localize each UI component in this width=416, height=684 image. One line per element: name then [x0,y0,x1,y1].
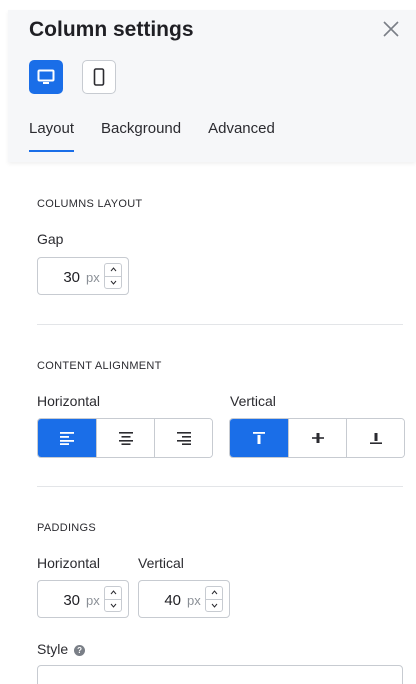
padding-vertical-input[interactable]: 40 px [138,580,230,618]
padding-horizontal-unit: px [86,593,100,608]
chevron-up-icon [110,267,116,272]
padding-vertical-label: Vertical [138,555,184,571]
close-icon [383,21,399,37]
padding-horizontal-value[interactable]: 30 [63,592,80,609]
style-label-row: Style? [37,641,86,657]
settings-tabs: Layout Background Advanced [29,120,302,152]
style-label: Style [37,641,69,657]
align-bottom-icon [369,433,382,444]
padding-vertical-unit: px [187,593,201,608]
padding-vertical-stepper [205,586,223,612]
padding-vertical-decrement-button[interactable] [206,598,222,612]
chevron-up-icon [211,590,217,595]
align-top-button[interactable] [230,419,288,457]
divider [37,486,403,487]
chevron-down-icon [211,603,217,608]
close-button[interactable] [380,18,402,40]
padding-horizontal-stepper [104,586,122,612]
align-center-icon [118,432,133,445]
chevron-down-icon [110,603,116,608]
divider [37,324,403,325]
padding-vertical-increment-button[interactable] [206,587,222,599]
panel-title: Column settings [29,18,194,41]
gap-decrement-button[interactable] [105,275,121,289]
vertical-alignment-label: Vertical [230,393,276,409]
align-bottom-button[interactable] [346,419,404,457]
align-top-icon [253,432,265,444]
align-center-button[interactable] [96,419,154,457]
align-right-icon [176,432,191,445]
padding-horizontal-input[interactable]: 30 px [37,580,129,618]
phone-icon [93,68,105,86]
monitor-icon [37,69,55,84]
align-right-button[interactable] [154,419,212,457]
padding-horizontal-label: Horizontal [37,555,101,571]
tab-advanced[interactable]: Advanced [208,120,275,152]
padding-vertical-value[interactable]: 40 [164,592,181,609]
chevron-down-icon [110,280,116,285]
gap-increment-button[interactable] [105,264,121,276]
chevron-up-icon [110,590,116,595]
gap-label: Gap [37,231,64,247]
vertical-alignment-group [229,418,405,458]
gap-value[interactable]: 30 [63,269,80,286]
device-mobile-button[interactable] [82,60,116,94]
question-icon[interactable]: ? [74,645,86,656]
style-select[interactable] [37,665,403,684]
align-middle-icon [311,433,324,443]
paddings-title: PADDINGS [37,522,97,534]
device-desktop-button[interactable] [29,60,63,94]
gap-input[interactable]: 30 px [37,257,129,295]
align-middle-button[interactable] [288,419,346,457]
gap-unit: px [86,270,100,285]
padding-horizontal-decrement-button[interactable] [105,598,121,612]
tab-background[interactable]: Background [101,120,181,152]
columns-layout-title: COLUMNS LAYOUT [37,198,143,210]
padding-horizontal-increment-button[interactable] [105,587,121,599]
horizontal-alignment-group [37,418,213,458]
content-alignment-title: CONTENT ALIGNMENT [37,360,162,372]
horizontal-alignment-label: Horizontal [37,393,101,409]
align-left-button[interactable] [38,419,96,457]
align-left-icon [60,432,74,445]
gap-stepper [104,263,122,289]
tab-layout[interactable]: Layout [29,120,75,152]
